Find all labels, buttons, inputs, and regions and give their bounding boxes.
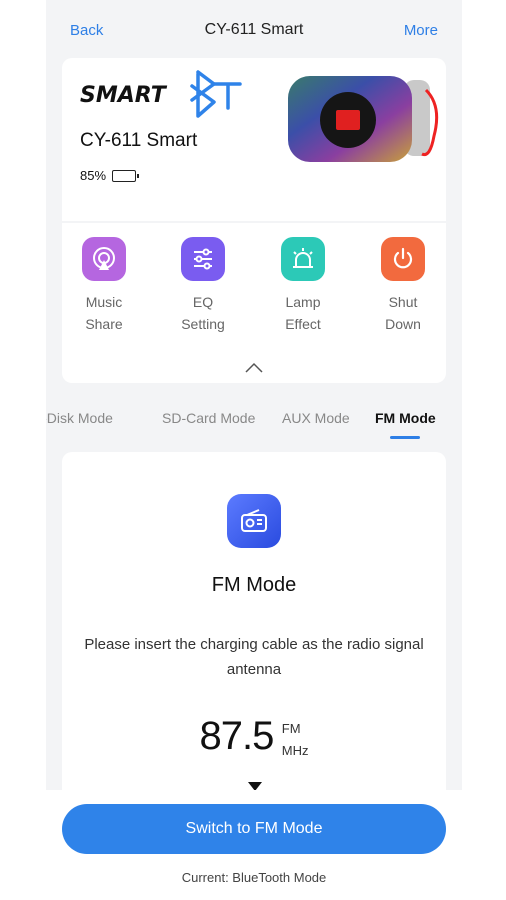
shut-down-button[interactable]: Shut Down (363, 237, 443, 335)
smartbt-logo: SMART (80, 70, 242, 118)
speaker-image (288, 76, 439, 162)
battery-percent: 85% (80, 168, 107, 183)
lamp-effect-button[interactable]: Lamp Effect (263, 237, 343, 335)
frequency-unit: MHz (281, 743, 309, 758)
battery-icon (112, 169, 140, 182)
frequency-units: FM MHz (282, 718, 309, 762)
switch-to-fm-button[interactable]: Switch to FM Mode (62, 804, 446, 854)
bottom-bar: Switch to FM Mode Current: BlueTooth Mod… (46, 790, 462, 900)
current-mode-status: Current: BlueTooth Mode (181, 870, 327, 885)
fm-mode-panel: FM Mode Please insert the charging cable… (62, 452, 446, 812)
top-bar: Back CY-611 Smart More (46, 0, 462, 60)
lamp-alarm-icon (281, 237, 325, 281)
frequency-display: 87.5 FM MHz (62, 714, 446, 762)
mode-tabs: U-Disk Mode SD-Card Mode AUX Mode FM Mod… (46, 400, 462, 440)
music-share-button[interactable]: Music Share (64, 237, 144, 335)
tab-sd-card-mode[interactable]: SD-Card Mode (162, 410, 255, 426)
power-icon (381, 237, 425, 281)
device-name: CY-611 Smart (80, 130, 198, 151)
app-screen: Back CY-611 Smart More SMART CY-611 Smar… (46, 0, 462, 900)
more-button[interactable]: More (404, 22, 438, 39)
music-share-icon (82, 237, 126, 281)
svg-text:SMART: SMART (80, 83, 168, 108)
eq-setting-button[interactable]: EQ Setting (163, 237, 243, 335)
page-title: CY-611 Smart (204, 21, 304, 38)
tab-fm-mode[interactable]: FM Mode (375, 410, 436, 426)
tab-aux-mode[interactable]: AUX Mode (282, 410, 350, 426)
frequency-band: FM (281, 721, 301, 736)
functions-panel: Music Share EQ Setting Lamp Effect Shut … (62, 223, 446, 383)
radio-icon (227, 494, 281, 548)
active-tab-indicator (390, 436, 420, 439)
chevron-up-icon[interactable] (244, 361, 264, 375)
lamp-effect-label: Lamp Effect (285, 294, 321, 332)
music-share-label: Music Share (85, 294, 123, 332)
tab-u-disk-mode[interactable]: U-Disk Mode (46, 410, 113, 426)
fm-instructions: Please insert the charging cable as the … (84, 636, 424, 678)
device-card: SMART CY-611 Smart 85% (62, 58, 446, 221)
battery-status: 85% (80, 168, 140, 183)
fm-title: FM Mode (211, 574, 297, 596)
eq-setting-label: EQ Setting (181, 294, 225, 332)
shut-down-label: Shut Down (385, 294, 421, 332)
eq-sliders-icon (181, 237, 225, 281)
frequency-value: 87.5 (199, 714, 274, 758)
